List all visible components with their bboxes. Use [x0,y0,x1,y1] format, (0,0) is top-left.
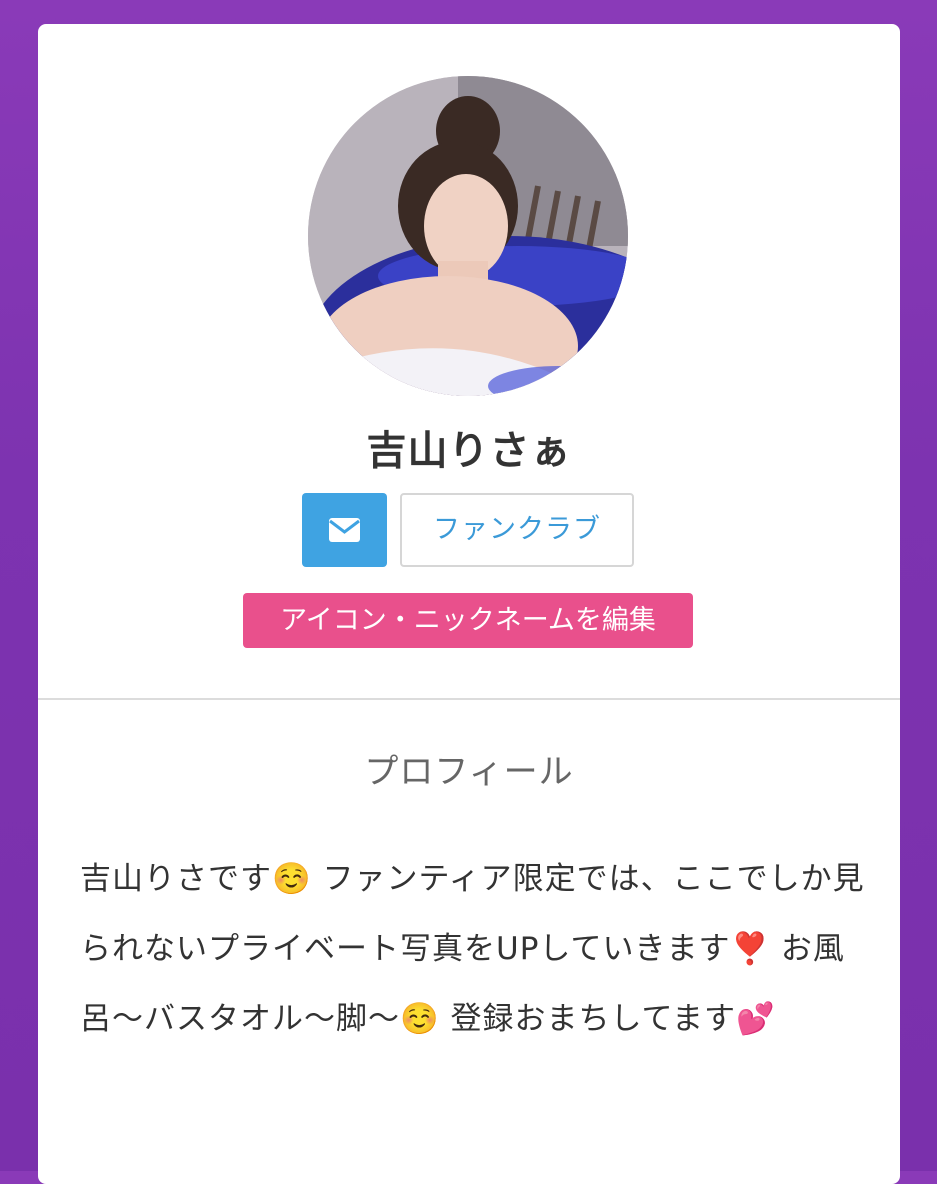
message-button[interactable] [302,493,387,567]
envelope-icon [329,518,360,542]
section-title: プロフィール [364,752,574,792]
profile-bio: 吉山りさです☺️ ファンティア限定では、ここでしか見られないプライベート写真をU… [80,861,865,1037]
avatar [308,76,628,396]
profile-name: 吉山りさぁ [366,428,572,474]
edit-icon-nickname-button[interactable]: アイコン・ニックネームを編集 [243,593,693,648]
fanclub-button[interactable]: ファンクラブ [400,493,634,567]
profile-card: 吉山りさぁ ファンクラブ アイコン・ニックネームを編集 プロフィール 吉山りさで… [38,24,900,1184]
divider [38,698,900,700]
avatar-photo [308,76,628,396]
